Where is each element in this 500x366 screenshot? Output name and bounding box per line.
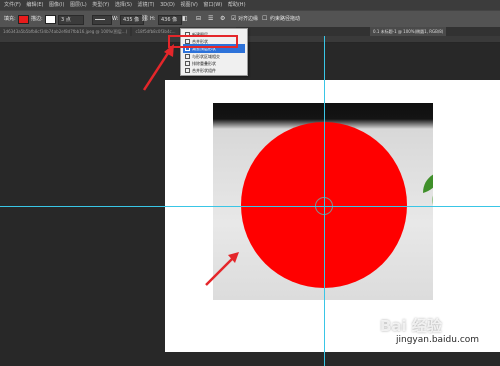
- menu-3d[interactable]: 3D(D): [160, 0, 175, 10]
- menu-window[interactable]: 窗口(W): [203, 0, 222, 10]
- merge-components-icon: [185, 68, 190, 73]
- menu-image[interactable]: 图像(I): [49, 0, 64, 10]
- stroke-width-field[interactable]: 3 点: [58, 15, 84, 25]
- width-label: W:: [112, 16, 119, 22]
- menu-layer[interactable]: 图层(L): [70, 0, 87, 10]
- annotation-arrow-top: [142, 44, 174, 91]
- leaf-image: [423, 174, 433, 205]
- align-edges-label: 对齐边缘: [238, 16, 259, 22]
- link-icon[interactable]: ⛓: [141, 15, 149, 23]
- horizontal-guide[interactable]: [0, 206, 500, 207]
- line-style-icon: [95, 19, 105, 20]
- annotation-arrow-bottom: [205, 252, 239, 286]
- height-field[interactable]: 436 像: [158, 15, 182, 25]
- active-document-tab[interactable]: 0.1 未标题-1 @ 100%(椭圆1, RGB/8): [370, 27, 447, 36]
- menu-edit[interactable]: 编辑(E): [26, 0, 43, 10]
- align-edges-checkbox[interactable]: ☑: [231, 15, 236, 23]
- stroke-color-swatch[interactable]: [45, 15, 56, 24]
- menu-item-merge-shape-components[interactable]: 合并形状组件: [183, 66, 245, 75]
- watermark-url: jingyan.baidu.com: [396, 335, 480, 345]
- menu-view[interactable]: 视图(V): [180, 0, 197, 10]
- menu-item-label: 合并形状组件: [192, 68, 216, 73]
- menu-filter[interactable]: 滤镜(T): [138, 0, 155, 10]
- menu-bar: 文件(F) 编辑(E) 图像(I) 图层(L) 类型(Y) 选择(S) 滤镜(T…: [0, 0, 500, 10]
- menu-select[interactable]: 选择(S): [115, 0, 132, 10]
- options-bar: 填充: 描边: 3 点 W: 435 像 ⛓ H: 436 像 ◧ ⊟ ☰ ⚙ …: [0, 10, 500, 28]
- path-alignment-icon[interactable]: ⊟: [196, 15, 201, 23]
- constrain-path-label: 约束路径拖动: [270, 16, 301, 22]
- path-arrangement-icon[interactable]: ☰: [208, 15, 213, 23]
- stroke-type-dropdown[interactable]: [92, 15, 112, 25]
- fill-label: 填充:: [4, 16, 16, 22]
- gear-icon[interactable]: ⚙: [220, 15, 225, 23]
- stroke-label: 描边:: [31, 16, 43, 22]
- path-operations-icon[interactable]: ◧: [182, 15, 188, 23]
- height-label: H:: [150, 16, 156, 22]
- ruler[interactable]: [0, 36, 500, 43]
- menu-type[interactable]: 类型(Y): [92, 0, 109, 10]
- constrain-path-checkbox[interactable]: ☐: [262, 15, 267, 23]
- menu-file[interactable]: 文件(F): [4, 0, 21, 10]
- watermark-logo: Bai 经验: [380, 317, 442, 335]
- fill-color-swatch[interactable]: [18, 15, 29, 24]
- vertical-guide[interactable]: [324, 36, 325, 366]
- menu-help[interactable]: 帮助(H): [228, 0, 246, 10]
- document-tab[interactable]: 1d6343a5b5bfb8cf34b74ab2ef8d7fbb16.jpeg …: [0, 27, 131, 36]
